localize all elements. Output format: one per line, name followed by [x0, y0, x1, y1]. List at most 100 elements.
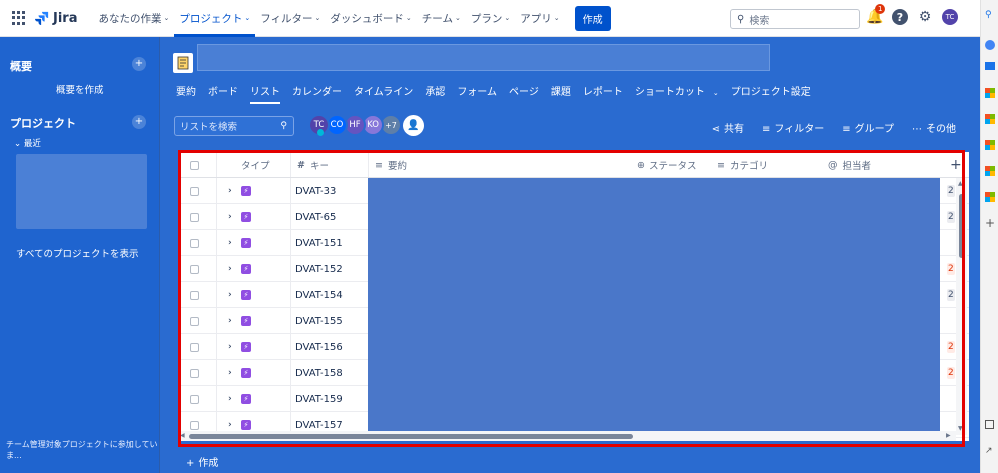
more-button[interactable]: ⋯ その他 [912, 120, 956, 135]
row-checkbox[interactable] [190, 360, 199, 386]
external-link-icon[interactable]: ↗ [985, 446, 995, 456]
scroll-down-icon[interactable]: ▼ [958, 425, 963, 432]
view-all-projects-link[interactable]: すべてのプロジェクトを表示 [16, 246, 138, 260]
issue-key-link[interactable]: DVAT-33 [295, 178, 336, 204]
recent-toggle[interactable]: ⌄ 最近 [14, 137, 41, 149]
issue-key-link[interactable]: DVAT-158 [295, 360, 343, 386]
office-app-icon[interactable] [985, 192, 995, 202]
issue-key-link[interactable]: DVAT-152 [295, 256, 343, 282]
project-tab-6[interactable]: フォーム [457, 79, 497, 104]
panel-icon[interactable] [985, 420, 994, 429]
app-switcher-icon[interactable] [12, 11, 26, 25]
share-button[interactable]: ⋖ 共有 [712, 120, 744, 135]
browser-extension-icon[interactable] [985, 40, 995, 50]
row-checkbox[interactable] [190, 178, 199, 204]
office-app-icon[interactable] [985, 88, 995, 98]
row-checkbox[interactable] [190, 308, 199, 334]
scroll-up-icon[interactable]: ▲ [958, 180, 963, 187]
user-avatar[interactable]: TC [942, 9, 958, 25]
filter-button[interactable]: ≡ フィルター [762, 120, 824, 135]
expand-chevron-icon[interactable]: › [228, 282, 232, 308]
nav-item-6[interactable]: アプリ ⌄ [515, 0, 564, 37]
column-header-assignee[interactable]: @ 担当者 [828, 152, 871, 178]
project-tab-4[interactable]: タイムライン [354, 79, 413, 104]
notifications-bell-icon[interactable]: 🔔 1 [866, 4, 886, 26]
help-icon[interactable]: ? [892, 9, 908, 25]
project-avatar-icon[interactable] [173, 53, 193, 73]
member-avatar[interactable]: TC [308, 114, 330, 136]
vertical-scrollbar[interactable]: ▲ ▼ [956, 178, 967, 435]
create-overview-link[interactable]: 概要を作成 [56, 82, 104, 96]
project-tab-3[interactable]: カレンダー [292, 79, 342, 104]
issue-key: DVAT-156 [295, 341, 343, 353]
project-tab-2[interactable]: リスト [250, 79, 280, 104]
row-checkbox[interactable] [190, 386, 199, 412]
recent-project-item[interactable] [16, 154, 147, 229]
issue-key-link[interactable]: DVAT-155 [295, 308, 343, 334]
issue-key-link[interactable]: DVAT-156 [295, 334, 343, 360]
global-search-input[interactable]: ⚲ 検索 [730, 9, 860, 29]
office-app-icon[interactable] [985, 166, 995, 176]
project-tab-0[interactable]: 要約 [176, 79, 196, 104]
jira-logo[interactable]: Jira [35, 11, 77, 26]
row-checkbox[interactable] [190, 256, 199, 282]
project-tab-9[interactable]: レポート [583, 79, 623, 104]
issue-key-link[interactable]: DVAT-154 [295, 282, 343, 308]
office-app-icon[interactable] [985, 140, 995, 150]
outlook-icon[interactable] [985, 62, 995, 70]
expand-chevron-icon[interactable]: › [228, 334, 232, 360]
expand-chevron-icon[interactable]: › [228, 256, 232, 282]
expand-chevron-icon[interactable]: › [228, 386, 232, 412]
project-tab-7[interactable]: ページ [509, 79, 539, 104]
issue-key-link[interactable]: DVAT-65 [295, 204, 336, 230]
nav-item-1[interactable]: プロジェクト ⌄ [174, 0, 255, 37]
scroll-right-icon[interactable]: ▶ [946, 432, 951, 439]
horizontal-scrollbar[interactable]: ◀ ▶ [179, 431, 956, 441]
vertical-scroll-thumb[interactable] [959, 194, 964, 258]
issue-key-link[interactable]: DVAT-151 [295, 230, 343, 256]
nav-item-3[interactable]: ダッシュボード ⌄ [325, 0, 416, 37]
column-header-status[interactable]: ⊕ ステータス [637, 152, 696, 178]
row-checkbox[interactable] [190, 334, 199, 360]
settings-gear-icon[interactable]: ⚙ [916, 8, 934, 26]
add-project-button[interactable]: + [132, 115, 146, 129]
project-tab-11[interactable]: プロジェクト設定 [731, 79, 811, 104]
column-header-category[interactable]: ≡ カテゴリ [717, 152, 768, 178]
create-button[interactable]: 作成 [574, 5, 611, 31]
scroll-left-icon[interactable]: ◀ [180, 432, 185, 439]
column-header-key[interactable]: # キー [297, 152, 329, 178]
expand-chevron-icon[interactable]: › [228, 230, 232, 256]
create-issue-button[interactable]: + 作成 [186, 454, 218, 469]
horizontal-scroll-thumb[interactable] [189, 434, 633, 439]
add-icon[interactable]: + [985, 217, 995, 229]
row-checkbox[interactable] [190, 230, 199, 256]
nav-item-2[interactable]: フィルター ⌄ [255, 0, 325, 37]
nav-item-5[interactable]: プラン ⌄ [466, 0, 515, 37]
expand-chevron-icon[interactable]: › [228, 360, 232, 386]
group-button[interactable]: ≡ グループ [842, 120, 894, 135]
expand-chevron-icon[interactable]: › [228, 308, 232, 334]
row-checkbox[interactable] [190, 282, 199, 308]
row-checkbox[interactable] [190, 204, 199, 230]
project-tab-5[interactable]: 承認 [425, 79, 445, 104]
project-tab-1[interactable]: ボード [208, 79, 238, 104]
select-all-checkbox[interactable] [190, 152, 199, 178]
epic-type-icon: ⚡ [241, 230, 251, 256]
column-header-summary[interactable]: ≡ 要約 [375, 152, 407, 178]
issue-key-link[interactable]: DVAT-159 [295, 386, 343, 412]
office-app-icon[interactable] [985, 114, 995, 124]
add-column-icon[interactable]: + [950, 152, 962, 178]
expand-chevron-icon[interactable]: › [228, 178, 232, 204]
browser-search-icon[interactable]: ⚲ [985, 10, 995, 20]
project-tab-8[interactable]: 課題 [551, 79, 571, 104]
expand-chevron-icon[interactable]: › [228, 204, 232, 230]
nav-item-label: アプリ [520, 12, 552, 25]
status-icon: ⊕ [637, 159, 645, 171]
nav-item-4[interactable]: チーム ⌄ [417, 0, 466, 37]
project-tab-10[interactable]: ショートカット ⌄ [635, 79, 719, 104]
add-overview-button[interactable]: + [132, 57, 146, 71]
list-search-input[interactable]: リストを検索 ⚲ [174, 116, 294, 136]
nav-item-0[interactable]: あなたの作業 ⌄ [93, 0, 174, 37]
add-people-icon[interactable]: 👤 [403, 115, 424, 136]
column-header-type[interactable]: タイプ [241, 152, 270, 178]
